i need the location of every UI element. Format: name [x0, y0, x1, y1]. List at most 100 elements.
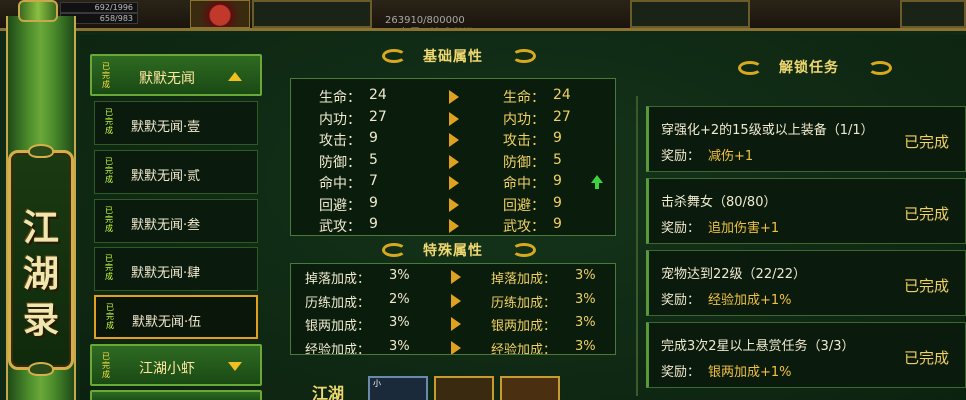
completed-stamp: 已完成 [105, 157, 113, 184]
basic-attr-next: 防御： [503, 154, 545, 171]
basic-attr-next-value: 27 [553, 108, 571, 125]
basic-attr-current: 内功： [319, 111, 361, 128]
chapter-item-label: 默默无闻·伍 [132, 315, 202, 330]
quest-status: 已完成 [903, 205, 949, 223]
swirl-ornament-icon [868, 61, 892, 75]
quest-status: 已完成 [903, 133, 949, 151]
quest-title-text: 宠物达到22级（22/22） [661, 267, 807, 282]
plaque-ornament-top [28, 144, 54, 158]
special-attr-box: 掉落加成： 3% 掉落加成： 3% 历练加成： 2% 历练加成： 3% 银两加成： 3% 银两加成：… [290, 263, 616, 355]
reward-slot-potion[interactable]: 小 [368, 376, 428, 400]
basic-attr-current: 武攻： [319, 219, 361, 235]
quest-item[interactable]: 宠物达到22级（22/22） 奖励： 经验加成+1% 已完成 [646, 250, 966, 316]
special-attr-next-value: 3% [575, 268, 596, 283]
chapter-item-3[interactable]: 已完成 默默无闻·叁 [94, 199, 258, 243]
scroll-decoration: 江 湖 录 [0, 0, 84, 400]
basic-attr-current-value: 5 [369, 151, 378, 168]
basic-attr-next: 攻击： [503, 133, 545, 149]
hud-frame-left [252, 0, 372, 28]
special-attr-next: 掉落加成： [491, 272, 557, 287]
chapter-header-next[interactable] [90, 390, 262, 400]
quest-title: 解锁任务 [779, 60, 839, 76]
increase-arrow-stem [595, 183, 599, 189]
quest-item[interactable]: 穿强化+2的15级或以上装备（1/1） 奖励： 减伤+1 已完成 [646, 106, 966, 172]
swirl-ornament-icon [382, 243, 406, 257]
quest-item[interactable]: 击杀舞女（80/80） 奖励： 追加伤害+1 已完成 [646, 178, 966, 244]
swirl-ornament-icon [738, 61, 762, 75]
plaque-ornament-bottom [28, 362, 54, 376]
chapter-label: 江湖小虾 [139, 361, 195, 377]
special-attr-current-value: 3% [389, 338, 410, 354]
special-attr-next-value: 3% [575, 315, 596, 330]
reward-prefix: 奖励： [661, 149, 701, 164]
basic-attr-current-value: 9 [369, 216, 378, 232]
basic-attr-current-value: 9 [369, 194, 378, 211]
chapter-item-4[interactable]: 已完成 默默无闻·肆 [94, 247, 258, 291]
basic-attr-next-value: 9 [553, 216, 562, 232]
reward-prefix: 奖励： [661, 221, 701, 236]
arrow-right-icon [449, 133, 461, 147]
basic-attr-next: 内功： [503, 111, 545, 128]
basic-attr-title: 基础属性 [423, 49, 483, 65]
chapter-header-silent[interactable]: 已完成 默默无闻 [90, 54, 262, 96]
title-char: 湖 [22, 253, 59, 295]
reward-prefix: 奖励： [661, 365, 701, 380]
reward-value: 经验加成+1% [708, 293, 792, 308]
completed-stamp: 已完成 [105, 254, 113, 281]
quest-reward: 奖励： 经验加成+1% [661, 289, 792, 308]
title-char: 江 [22, 207, 59, 249]
basic-attr-next-value: 5 [553, 151, 562, 168]
reward-value: 追加伤害+1 [708, 221, 780, 236]
quest-title-text: 击杀舞女（80/80） [661, 195, 777, 210]
basic-attr-current: 生命： [319, 90, 361, 106]
arrow-right-icon [451, 293, 463, 308]
reward-slot-item[interactable] [434, 376, 494, 400]
increase-arrow-icon [591, 175, 603, 183]
special-attr-current: 银两加成： [305, 319, 371, 334]
completed-stamp: 已完成 [106, 303, 114, 330]
basic-attr-current: 攻击： [319, 133, 361, 149]
basic-attr-next: 命中： [503, 176, 545, 192]
panel-title: 江 湖 录 [11, 205, 71, 343]
special-attr-next-value: 3% [575, 291, 596, 307]
arrow-right-icon [449, 154, 461, 169]
arrow-right-icon [449, 219, 461, 233]
completed-stamp: 已完成 [105, 108, 113, 135]
basic-attr-current-value: 9 [369, 130, 378, 146]
basic-attr-next-value: 24 [553, 87, 571, 103]
quest-reward: 奖励： 银两加成+1% [661, 361, 792, 380]
reward-value: 减伤+1 [708, 149, 754, 164]
reward-prefix: 奖励： [661, 293, 701, 308]
special-attr-next: 历练加成： [491, 295, 557, 311]
arrow-right-icon [449, 90, 461, 104]
basic-attr-next-value: 9 [553, 130, 562, 146]
arrow-right-icon [449, 197, 461, 212]
divider [636, 96, 638, 396]
chapter-item-5-selected[interactable]: 已完成 默默无闻·伍 [94, 295, 258, 339]
quest-title-text: 完成3次2星以上悬赏任务（3/3） [661, 339, 855, 354]
quest-reward: 奖励： 追加伤害+1 [661, 217, 779, 236]
chapter-label: 默默无闻 [139, 71, 195, 87]
top-hud: 692/1996 658/983 ✦ 263910/800000 [0, 0, 966, 30]
special-attr-next: 经验加成： [491, 342, 557, 355]
reward-slot-item[interactable] [500, 376, 560, 400]
chapter-item-1[interactable]: 已完成 默默无闻·壹 [94, 101, 258, 145]
quest-title-text: 穿强化+2的15级或以上装备（1/1） [661, 123, 874, 138]
chapter-item-label: 默默无闻·壹 [131, 120, 201, 135]
basic-attr-next-value: 9 [553, 173, 562, 189]
reward-value: 银两加成+1% [708, 365, 792, 380]
special-attr-current-value: 3% [389, 268, 410, 283]
arrow-right-icon [451, 340, 463, 354]
swirl-ornament-icon [382, 49, 406, 63]
swirl-ornament-icon [512, 49, 536, 63]
basic-attr-current: 命中： [319, 176, 361, 192]
arrow-right-icon [451, 317, 463, 331]
basic-attr-current-value: 7 [369, 173, 378, 189]
character-portrait[interactable] [190, 0, 250, 28]
completed-stamp: 已完成 [105, 206, 113, 233]
quest-item[interactable]: 完成3次2星以上悬赏任务（3/3） 奖励： 银两加成+1% 已完成 [646, 322, 966, 388]
special-attr-current: 掉落加成： [305, 272, 371, 287]
special-attr-current: 历练加成： [305, 295, 371, 311]
chapter-header-shrimp[interactable]: 已完成 江湖小虾 [90, 344, 262, 386]
chapter-item-2[interactable]: 已完成 默默无闻·贰 [94, 150, 258, 194]
